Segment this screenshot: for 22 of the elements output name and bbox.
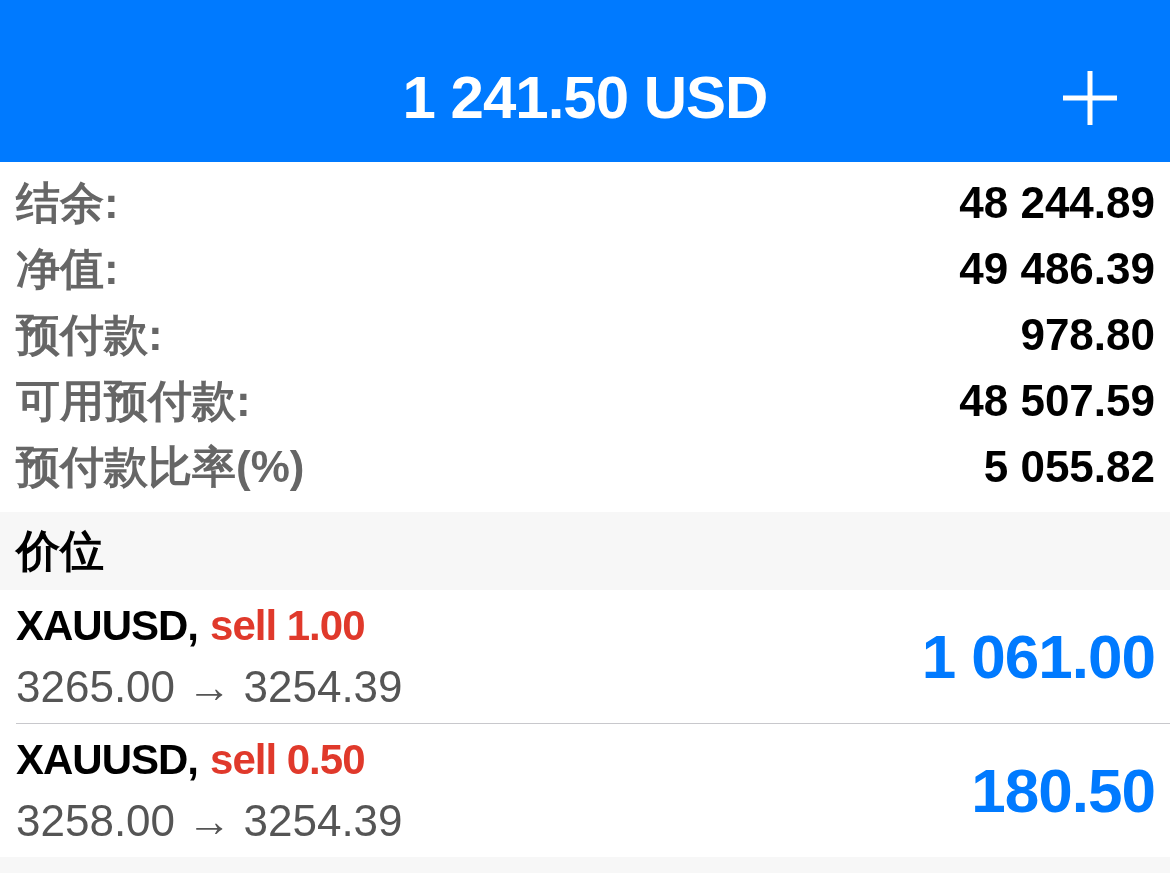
position-prices: 3265.00 → 3254.39 (16, 664, 403, 709)
position-prices: 3258.00 → 3254.39 (16, 798, 403, 843)
summary-value: 48 507.59 (959, 379, 1155, 423)
add-button[interactable] (1060, 68, 1120, 128)
section-title: 价位 (16, 529, 104, 573)
summary-value: 48 244.89 (959, 181, 1155, 225)
summary-value: 978.80 (1020, 313, 1155, 357)
position-side: sell 1.00 (210, 604, 365, 647)
position-symbol: XAUUSD, (16, 604, 199, 647)
position-profit: 180.50 (971, 759, 1155, 822)
summary-label: 结余: (16, 181, 119, 225)
summary-value: 49 486.39 (959, 247, 1155, 291)
summary-label: 预付款比率(%) (16, 445, 305, 489)
summary-label: 预付款: (16, 313, 163, 357)
position-side: sell 0.50 (210, 738, 365, 781)
summary-value: 5 055.82 (983, 445, 1155, 489)
summary-label: 净值: (16, 247, 119, 291)
summary-label: 可用预付款: (16, 379, 251, 423)
plus-icon (1063, 71, 1117, 125)
position-profit: 1 061.00 (921, 625, 1155, 688)
position-symbol: XAUUSD, (16, 738, 199, 781)
header-title: 1 241.50 USD (402, 68, 768, 128)
